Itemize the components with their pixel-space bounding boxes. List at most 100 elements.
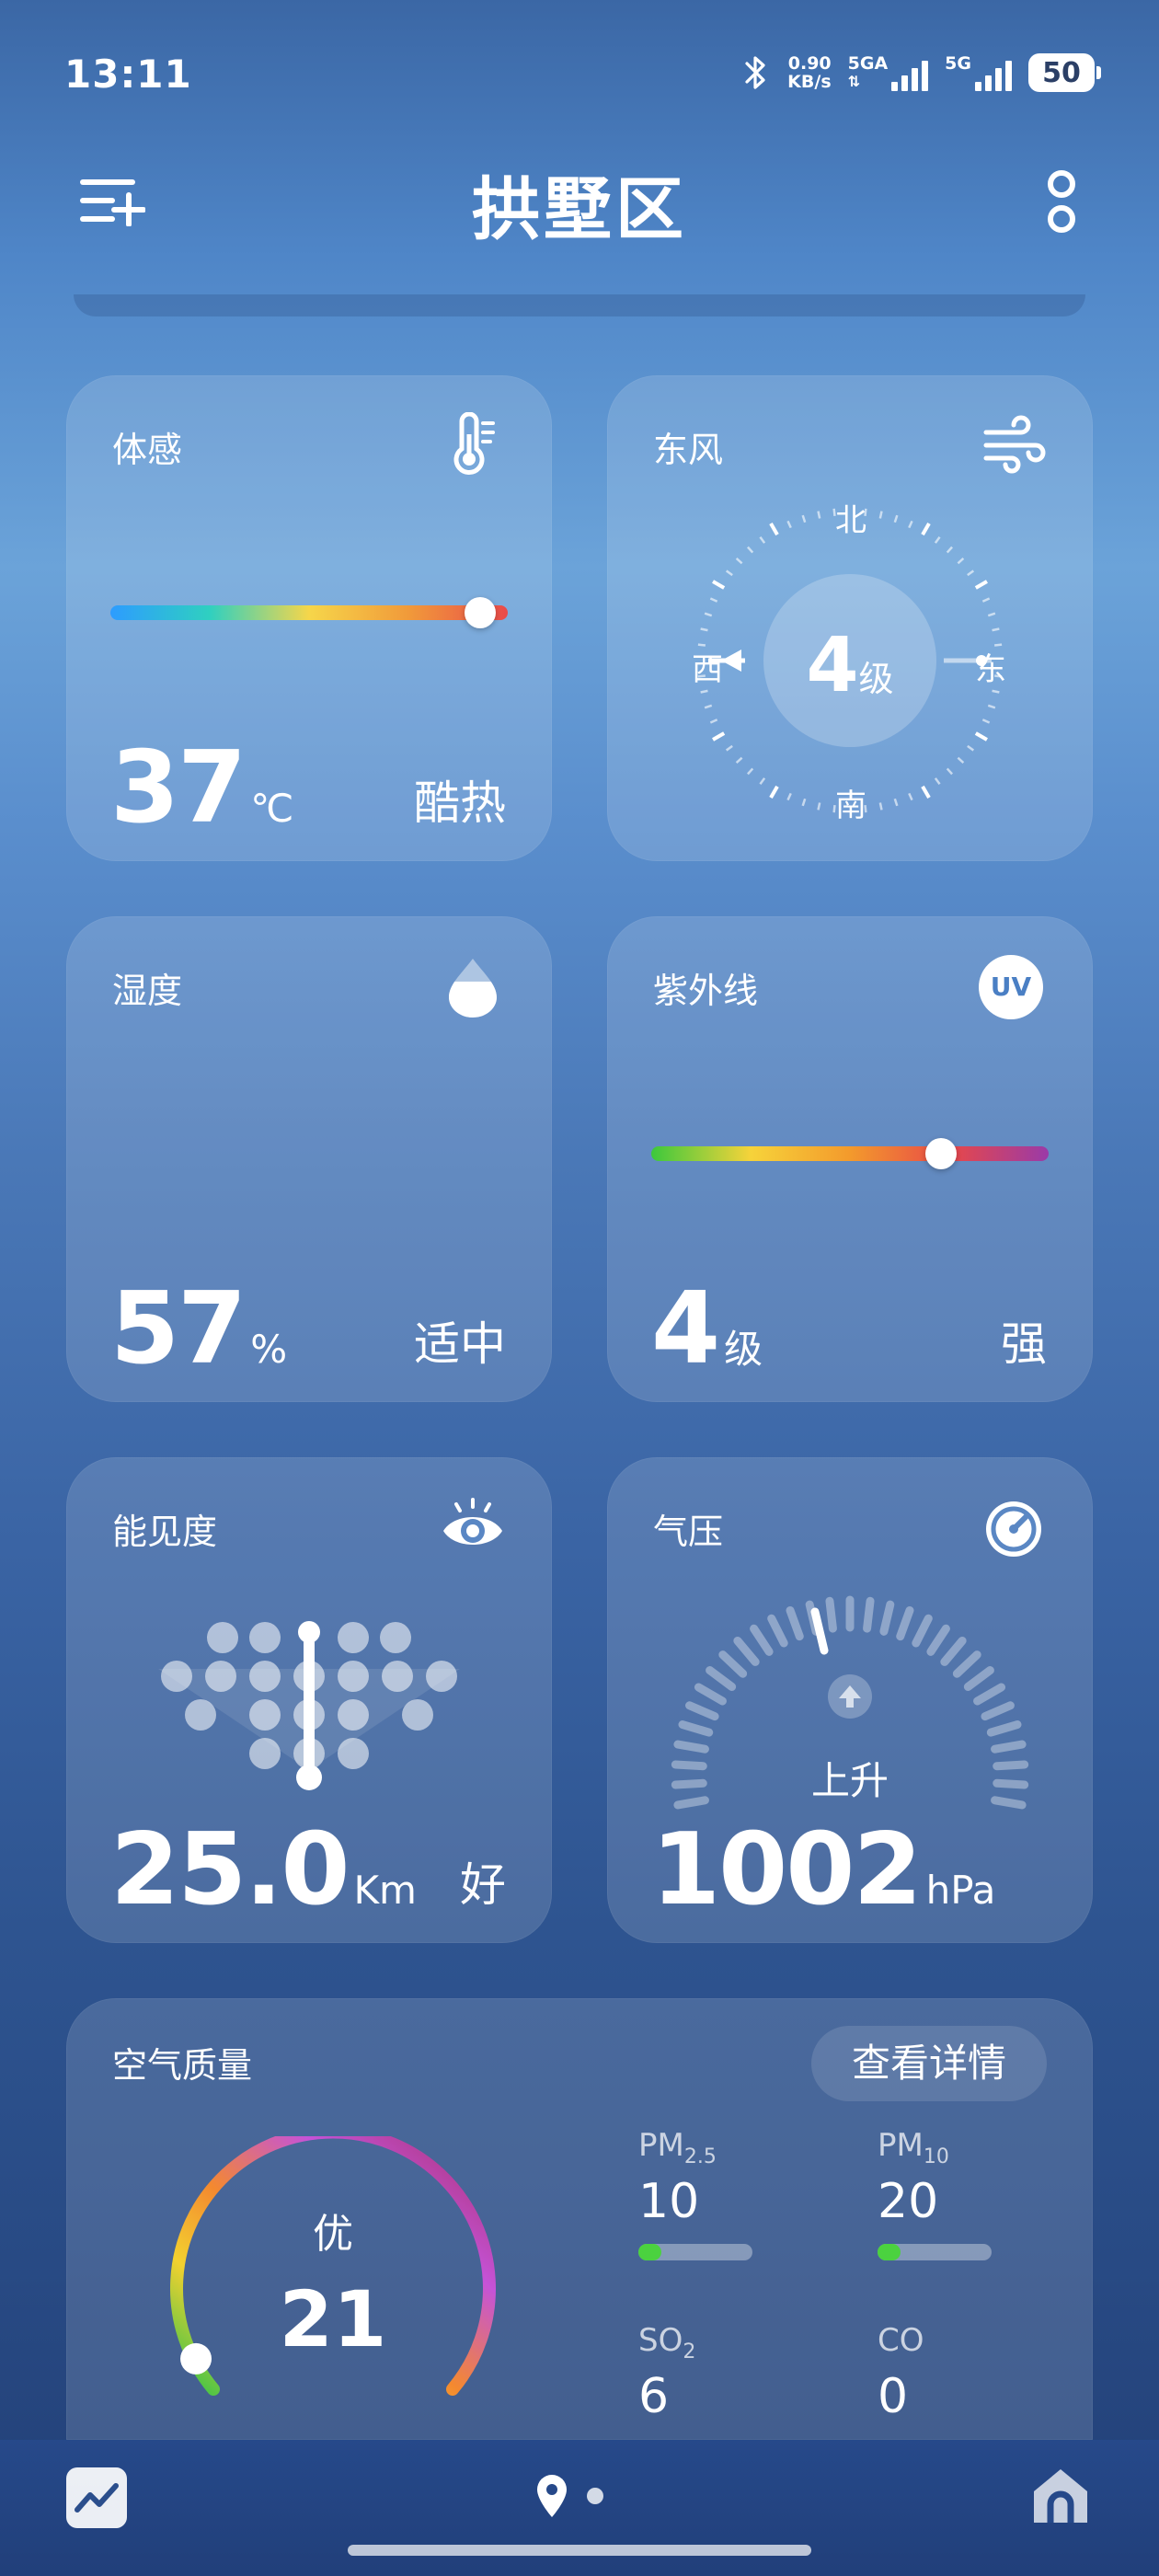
uv-marker <box>925 1138 958 1169</box>
feels-like-value-row: 37 ℃ <box>110 739 293 838</box>
compass-tick <box>967 744 975 752</box>
trend-chart-icon[interactable] <box>66 2467 127 2528</box>
uv-unit: 级 <box>724 1327 763 1372</box>
aqi-value: 21 <box>279 2274 387 2364</box>
compass-tick <box>746 767 754 776</box>
wind-card[interactable]: 东风 北 南 西 东 4级 <box>607 375 1093 861</box>
visibility-card[interactable]: 能见度 25.0 Km 好 <box>66 1457 552 1943</box>
compass-tick <box>759 535 766 544</box>
view-details-button[interactable]: 查看详情 <box>810 2026 1047 2101</box>
compass-west: 西 <box>692 651 723 688</box>
compass-tick <box>709 597 718 603</box>
compass-tick <box>981 719 991 724</box>
visibility-dot <box>249 1738 281 1769</box>
compass-tick <box>992 689 1000 694</box>
pressure-card[interactable]: 气压 上升 1002 hPa <box>607 1457 1093 1943</box>
compass-tick <box>957 756 965 765</box>
pressure-tick <box>973 1683 1006 1706</box>
feels-like-card[interactable]: 体感 37 ℃ 酷热 <box>66 375 552 861</box>
more-options-icon[interactable] <box>1043 166 1080 239</box>
pressure-value-row: 1002 hPa <box>651 1821 995 1920</box>
compass-tick <box>759 777 766 786</box>
pollutant-value: 20 <box>878 2173 939 2229</box>
visibility-dot <box>402 1699 433 1731</box>
compass-tick <box>735 557 743 565</box>
pressure-tick <box>678 1720 714 1737</box>
pollutant-bar-fill <box>638 2243 661 2260</box>
pressure-tick <box>706 1666 737 1691</box>
wind-level: 4级 <box>797 622 903 709</box>
visibility-dot <box>338 1699 369 1731</box>
pressure-unit: hPa <box>925 1868 996 1913</box>
humidity-description: 适中 <box>414 1317 506 1371</box>
aqi-level: 优 <box>313 2211 353 2258</box>
feels-like-value: 37 <box>110 730 247 845</box>
air-quality-card[interactable]: 空气质量 查看详情 优 21 PM2.5 10 PM10 20 SO2 6 CO… <box>66 1998 1093 2440</box>
pollutant-co: CO 0 <box>878 2322 1080 2424</box>
pressure-tick <box>750 1624 774 1656</box>
compass-tick <box>893 514 899 523</box>
pressure-tick <box>825 1596 837 1633</box>
compass-tick <box>786 520 792 529</box>
visibility-value-row: 25.0 Km <box>110 1821 417 1920</box>
feels-like-unit: ℃ <box>250 786 294 831</box>
signal-icon <box>891 58 929 91</box>
card-title: 空气质量 <box>112 2045 253 2086</box>
visibility-value: 25.0 <box>110 1812 350 1927</box>
humidity-card[interactable]: 湿度 57% 适中 <box>66 916 552 1402</box>
pressure-tick <box>786 1605 804 1641</box>
compass-tick <box>981 597 991 603</box>
uv-bar <box>651 1146 1049 1161</box>
humidity-value-row: 57% <box>110 1280 287 1379</box>
feels-like-bar <box>110 605 508 620</box>
card-title: 湿度 <box>112 971 183 1011</box>
pressure-tick <box>896 1605 914 1641</box>
compass-tick <box>817 511 821 519</box>
pressure-tick <box>694 1683 727 1706</box>
pressure-tick <box>940 1636 967 1666</box>
visibility-dot <box>249 1622 281 1653</box>
compass-tick <box>704 704 713 709</box>
pollutant-pm25: PM2.5 10 <box>638 2127 841 2260</box>
battery-icon: 50 <box>1028 53 1101 92</box>
visibility-dot <box>249 1661 281 1692</box>
pressure-trend: 上升 <box>810 1758 889 1803</box>
pressure-tick <box>912 1614 933 1648</box>
compass-tick <box>921 785 931 799</box>
data-arrows-icon: ⇅ <box>847 73 861 90</box>
visibility-dot <box>426 1661 457 1692</box>
pressure-tick <box>981 1701 1015 1721</box>
pressure-tick <box>926 1624 950 1656</box>
status-time: 13:11 <box>64 52 192 97</box>
location-pin-icon[interactable] <box>534 2473 570 2519</box>
compass-south: 南 <box>835 788 866 824</box>
page-title: 拱墅区 <box>472 170 687 249</box>
pressure-tick <box>986 1720 1022 1737</box>
pollutant-bar <box>878 2243 992 2260</box>
compass-tick <box>817 802 821 811</box>
home-icon[interactable] <box>1028 2464 1093 2528</box>
uv-icon: UV <box>979 955 1043 1019</box>
signal-icon <box>975 58 1012 91</box>
pressure-tick <box>991 1740 1027 1754</box>
compass-tick <box>946 546 954 554</box>
uv-card[interactable]: 紫外线 UV 4级 强 <box>607 916 1093 1402</box>
page-indicator-dot[interactable] <box>587 2488 603 2504</box>
visibility-dot <box>205 1661 236 1692</box>
compass-tick <box>934 777 941 786</box>
compass-tick <box>957 557 965 565</box>
compass-tick <box>704 612 713 617</box>
pollutant-value: 0 <box>878 2368 909 2424</box>
compass-tick <box>987 704 996 709</box>
pressure-tick <box>733 1636 760 1666</box>
visibility-unit: Km <box>353 1868 417 1913</box>
pressure-tick <box>718 1650 748 1678</box>
gesture-bar[interactable] <box>348 2545 811 2556</box>
card-title: 紫外线 <box>653 971 759 1011</box>
visibility-dot <box>249 1699 281 1731</box>
pressure-tick <box>952 1650 981 1678</box>
card-title: 体感 <box>112 430 183 470</box>
uv-value: 4 <box>651 1271 720 1386</box>
compass-tick <box>712 731 726 742</box>
wind-level-value: 4 <box>806 622 859 709</box>
